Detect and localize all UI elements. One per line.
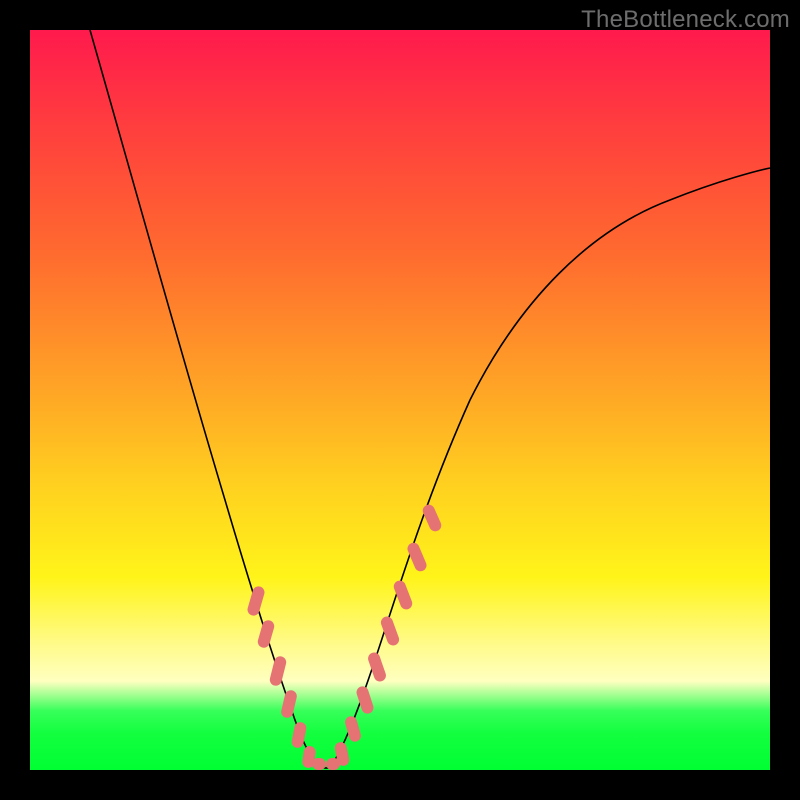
marker-dot	[355, 685, 375, 715]
marker-dot	[280, 689, 298, 719]
marker-dot	[269, 655, 288, 687]
marker-dot	[246, 585, 266, 617]
chart-svg	[30, 30, 770, 770]
marker-group	[246, 503, 443, 770]
curve-left	[90, 30, 320, 768]
marker-dot	[421, 503, 443, 533]
marker-dot	[379, 615, 401, 647]
marker-dot	[344, 715, 363, 743]
curve-right	[330, 168, 770, 768]
marker-dot	[392, 579, 414, 611]
marker-dot	[312, 758, 326, 770]
plot-area	[30, 30, 770, 770]
watermark-text: TheBottleneck.com	[581, 6, 790, 34]
chart-frame: TheBottleneck.com	[0, 0, 800, 800]
marker-dot	[256, 619, 275, 649]
